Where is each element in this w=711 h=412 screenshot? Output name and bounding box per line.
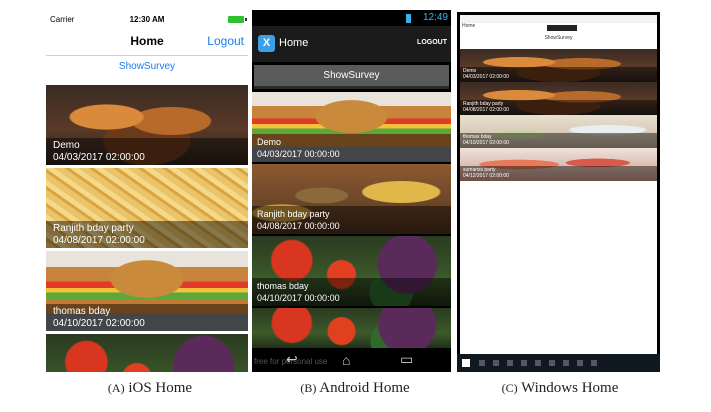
taskbar-icons[interactable] (479, 360, 599, 366)
show-survey-button[interactable]: ShowSurvey (460, 35, 657, 41)
battery-icon (406, 14, 411, 23)
windows-screenshot: Home ShowSurvey Demo 04/03/2017 02:00:00… (457, 12, 660, 372)
caption-text: Windows Home (521, 380, 619, 396)
event-name: thomas bday (257, 281, 309, 291)
list-item-overlay: Demo 04/03/2017 00:00:00 (252, 134, 451, 162)
event-date: 04/03/2017 00:00:00 (257, 149, 340, 159)
android-nav-bar: free for personal use ↩ ⌂ ▭ (252, 348, 451, 372)
list-item[interactable]: thomas bday 04/10/2017 00:00:00 (252, 236, 451, 306)
toolbar-strip (547, 25, 577, 31)
event-date: 04/08/2017 02:00:00 (463, 107, 509, 113)
event-list[interactable]: Demo 04/03/2017 02:00:00 Ranjith bday pa… (46, 85, 248, 372)
show-survey-button[interactable]: ShowSurvey (254, 65, 449, 89)
event-name: Demo (53, 140, 80, 151)
caption-text: Android Home (319, 380, 410, 396)
caption-windows: (C) Windows Home (480, 380, 640, 397)
ios-nav-bar: Home Logout (46, 30, 248, 56)
caption-text: iOS Home (128, 380, 193, 396)
list-item-overlay: thomas bday 04/10/2017 00:00:00 (252, 278, 451, 306)
food-image (252, 308, 451, 350)
event-date: 04/03/2017 02:00:00 (463, 74, 509, 80)
windows-app-window: Home ShowSurvey Demo 04/03/2017 02:00:00… (460, 15, 657, 354)
back-icon[interactable]: ↩ (286, 351, 298, 368)
logout-button[interactable]: Logout (207, 34, 244, 48)
list-item[interactable]: Ranjith bday party 04/08/2017 00:00:00 (252, 164, 451, 234)
list-item[interactable]: thomas bday 04/10/2017 02:00:00 (46, 251, 248, 331)
list-item[interactable] (46, 334, 248, 372)
status-time: 12:30 AM (129, 15, 165, 24)
event-name: Ranjith bday party (257, 209, 330, 219)
food-image (46, 334, 248, 372)
home-icon[interactable]: ⌂ (342, 352, 350, 368)
list-item-overlay: Ranjith bday party 04/08/2017 00:00:00 (252, 206, 451, 234)
list-item-overlay: Ranjith bday party 04/08/2017 02:00:00 (46, 221, 248, 248)
list-item[interactable]: thomas bday 04/10/2017 02:00:00 (460, 115, 657, 148)
list-item[interactable]: Demo 04/03/2017 02:00:00 (460, 49, 657, 82)
list-item[interactable]: sumanss party 04/12/2017 02:00:00 (460, 148, 657, 181)
event-name: Demo (257, 137, 282, 147)
list-item-overlay: thomas bday 04/10/2017 02:00:00 (460, 133, 657, 148)
android-screenshot: 12:49 X Home LOGOUT ShowSurvey Demo 04/0… (252, 10, 451, 372)
list-item[interactable]: Demo 04/03/2017 00:00:00 (252, 92, 451, 162)
app-logo-icon: X (258, 35, 275, 52)
show-survey-button[interactable]: ShowSurvey (46, 61, 248, 72)
caption-android: (B) Android Home (280, 380, 430, 397)
event-date: 04/08/2017 00:00:00 (257, 221, 340, 231)
event-date: 04/10/2017 02:00:00 (53, 318, 145, 329)
list-item-overlay: Demo 04/03/2017 02:00:00 (46, 138, 248, 165)
event-list[interactable]: Demo 04/03/2017 02:00:00 Ranjith bday pa… (460, 49, 657, 181)
android-action-bar: X Home LOGOUT (252, 26, 451, 62)
list-item[interactable]: Ranjith bday party 04/08/2017 02:00:00 (46, 168, 248, 248)
list-item-overlay: thomas bday 04/10/2017 02:00:00 (46, 304, 248, 331)
event-list[interactable]: Demo 04/03/2017 00:00:00 Ranjith bday pa… (252, 92, 451, 350)
recents-icon[interactable]: ▭ (400, 351, 413, 368)
list-item[interactable] (252, 308, 451, 350)
list-item-overlay: Demo 04/03/2017 02:00:00 (460, 67, 657, 82)
caption-label: (C) (501, 381, 518, 395)
windows-start-icon[interactable] (462, 359, 470, 367)
page-title: Home (279, 37, 309, 49)
caption-label: (A) (107, 381, 125, 395)
logout-button[interactable]: LOGOUT (417, 39, 447, 46)
event-date: 04/10/2017 02:00:00 (463, 140, 509, 146)
battery-icon (228, 16, 247, 23)
event-date: 04/10/2017 00:00:00 (257, 293, 340, 303)
event-date: 04/03/2017 02:00:00 (53, 152, 145, 163)
event-name: thomas bday (53, 306, 111, 317)
ios-status-bar: Carrier 12:30 AM (46, 10, 248, 30)
list-item-overlay: sumanss party 04/12/2017 02:00:00 (460, 166, 657, 181)
windows-taskbar (457, 354, 660, 372)
window-titlebar (460, 15, 657, 23)
ios-screenshot: Carrier 12:30 AM Home Logout ShowSurvey … (46, 10, 248, 372)
event-date: 04/12/2017 02:00:00 (463, 173, 509, 179)
event-name: Ranjith bday party (53, 223, 134, 234)
caption-label: (B) (300, 381, 317, 395)
list-item[interactable]: Demo 04/03/2017 02:00:00 (46, 85, 248, 165)
caption-ios: (A) iOS Home (85, 380, 215, 397)
status-time: 12:49 (422, 12, 448, 23)
android-status-bar: 12:49 (252, 10, 451, 26)
list-item-overlay: Ranjith bday party 04/08/2017 02:00:00 (460, 100, 657, 115)
event-date: 04/08/2017 02:00:00 (53, 235, 145, 246)
list-item[interactable]: Ranjith bday party 04/08/2017 02:00:00 (460, 82, 657, 115)
